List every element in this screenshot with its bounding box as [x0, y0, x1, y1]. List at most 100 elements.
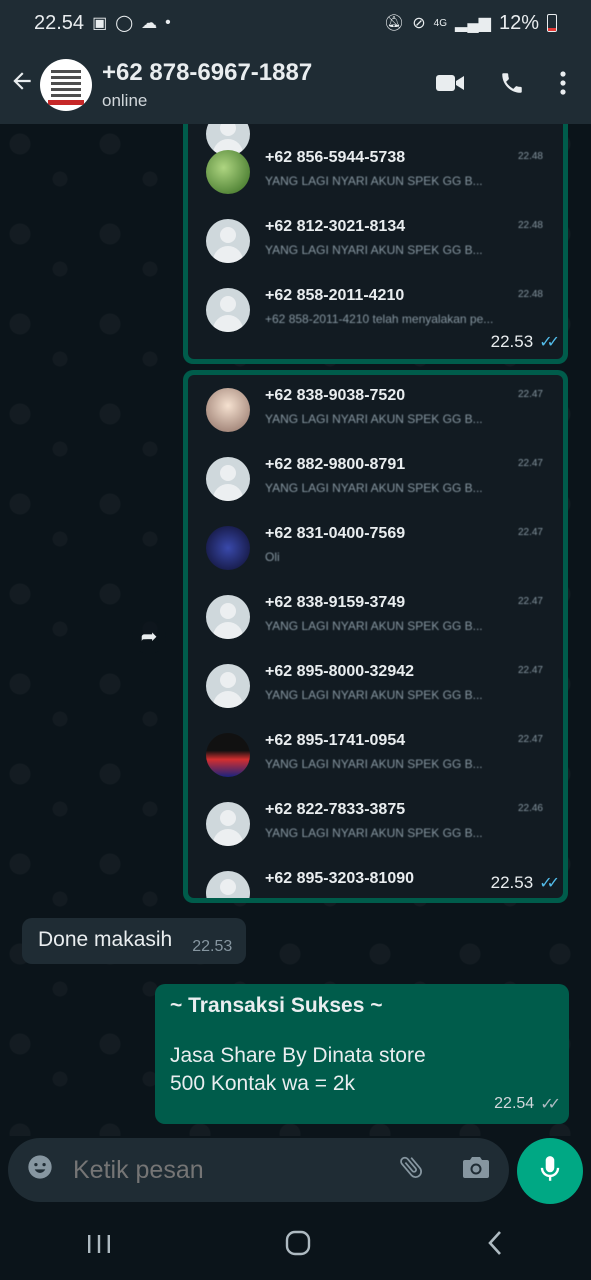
contact-avatar[interactable] [40, 59, 92, 111]
row-time: 22.47 [517, 527, 543, 538]
attach-icon[interactable] [397, 1153, 425, 1188]
row-name: +62 895-8000-32942 [265, 663, 415, 680]
row-name: +62 838-9159-3749 [265, 594, 406, 611]
row-time: 22.46 [517, 803, 543, 814]
message-time: 22.54 [494, 1095, 535, 1112]
row-name: +62 895-3203-81090 [265, 870, 415, 887]
back-arrow-icon[interactable] [0, 68, 44, 102]
message-line: Jasa Share By Dinata store [170, 1044, 426, 1067]
mic-icon [537, 1154, 563, 1189]
cloud-icon: ☁ [141, 15, 158, 32]
message-meta: 22.54 ✓✓ [494, 1094, 561, 1114]
message-composer [8, 1138, 509, 1202]
signal-icon: ▂▄▆ [455, 15, 491, 32]
qr-code-image [51, 67, 81, 97]
row-name: +62 831-0400-7569 [265, 525, 406, 542]
list-item: +62 895-1741-0954 YANG LAGI NYARI AKUN S… [188, 720, 563, 789]
read-ticks-icon: ✓✓ [539, 875, 560, 892]
status-time: 22.54 [34, 11, 85, 34]
message-time: 22.53 [490, 873, 534, 892]
list-item: +62 822-7833-3875 YANG LAGI NYARI AKUN S… [188, 789, 563, 858]
battery-percent: 12% [498, 11, 539, 34]
home-icon[interactable] [284, 1229, 312, 1264]
header-actions [435, 70, 567, 101]
contact-photo [206, 871, 250, 898]
row-message: YANG LAGI NYARI AKUN SPEK GG B... [265, 481, 483, 495]
row-message: YANG LAGI NYARI AKUN SPEK GG B... [265, 688, 483, 702]
list-item: +62 882-9800-8791 YANG LAGI NYARI AKUN S… [188, 444, 563, 513]
mic-button[interactable] [517, 1138, 583, 1204]
outgoing-message[interactable]: ~ Transaksi Sukses ~ Jasa Share By Dinat… [155, 984, 569, 1124]
message-line: 500 Kontak wa = 2k [170, 1072, 356, 1095]
more-icon[interactable] [559, 70, 567, 101]
list-item: +62 831-0400-7569 Oli 22.47 [188, 513, 563, 582]
message-text: Done makasih [38, 928, 173, 951]
chat-header: +62 878-6967-1887 online [0, 46, 591, 124]
row-name: +62 882-9800-8791 [265, 456, 406, 473]
row-name: +62 895-1741-0954 [265, 732, 406, 749]
camera-icon[interactable] [461, 1154, 491, 1187]
row-name: +62 812-3021-8134 [265, 218, 406, 235]
gallery-icon: ▣ [92, 15, 108, 32]
contact-info[interactable]: +62 878-6967-1887 online [102, 59, 435, 111]
read-ticks-icon: ✓✓ [539, 334, 560, 351]
forward-icon[interactable]: ➦ [132, 620, 166, 654]
voice-call-icon[interactable] [499, 70, 525, 101]
message-time: 22.53 [490, 332, 534, 351]
row-message: YANG LAGI NYARI AKUN SPEK GG B... [265, 757, 483, 771]
row-name: +62 838-9038-7520 [265, 387, 406, 404]
list-item: +62 838-9159-3749 YANG LAGI NYARI AKUN S… [188, 582, 563, 651]
contact-status: online [102, 91, 148, 110]
screenshot-image-2: +62 838-9038-7520 YANG LAGI NYARI AKUN S… [188, 375, 563, 898]
message-meta: 22.53 ✓✓ [490, 332, 560, 352]
message-input[interactable] [71, 1154, 397, 1186]
contact-photo [206, 150, 250, 194]
row-time: 22.47 [517, 734, 543, 745]
message-heading: ~ Transaksi Sukses ~ [170, 994, 383, 1017]
battery-icon [547, 14, 557, 32]
contact-photo [206, 595, 250, 639]
mute-icon: 🔕︎ [383, 15, 405, 32]
row-time: 22.48 [517, 289, 543, 300]
row-message: YANG LAGI NYARI AKUN SPEK GG B... [265, 412, 483, 426]
row-message: +62 858-2011-4210 telah menyalakan pe... [265, 312, 494, 326]
row-message: YANG LAGI NYARI AKUN SPEK GG B... [265, 826, 483, 840]
list-item: +62 838-9038-7520 YANG LAGI NYARI AKUN S… [188, 375, 563, 444]
message-time: 22.53 [192, 938, 233, 955]
chat-area[interactable]: +62 856-5944-5738 YANG LAGI NYARI AKUN S… [0, 124, 591, 1136]
contact-photo [206, 288, 250, 332]
contact-photo [206, 802, 250, 846]
row-time: 22.48 [517, 220, 543, 231]
dot-icon: • [165, 14, 171, 31]
incoming-message[interactable]: Done makasih 22.53 [22, 918, 247, 964]
row-time: 22.47 [517, 458, 543, 469]
row-message: YANG LAGI NYARI AKUN SPEK GG B... [265, 174, 483, 188]
screenshot-image-1: +62 856-5944-5738 YANG LAGI NYARI AKUN S… [188, 124, 563, 359]
contact-photo [206, 664, 250, 708]
row-name: +62 856-5944-5738 [265, 149, 406, 166]
video-call-icon[interactable] [435, 72, 465, 99]
row-time: 22.47 [517, 665, 543, 676]
row-message: YANG LAGI NYARI AKUN SPEK GG B... [265, 619, 483, 633]
row-message: YANG LAGI NYARI AKUN SPEK GG B... [265, 243, 483, 257]
network-label: 4G [433, 17, 448, 29]
delivered-ticks-icon: ✓✓ [540, 1096, 561, 1113]
image-message-2[interactable]: +62 838-9038-7520 YANG LAGI NYARI AKUN S… [183, 370, 568, 903]
row-message: Oli [265, 550, 280, 564]
contact-photo [206, 388, 250, 432]
emoji-icon[interactable] [26, 1153, 55, 1188]
list-item: +62 812-3021-8134 YANG LAGI NYARI AKUN S… [188, 206, 563, 275]
nav-back-icon[interactable] [485, 1229, 505, 1264]
whatsapp-icon: ◯ [115, 15, 134, 32]
recent-apps-icon[interactable] [86, 1230, 112, 1262]
message-meta: 22.53 ✓✓ [490, 873, 560, 893]
contact-photo [206, 733, 250, 777]
image-message-1[interactable]: +62 856-5944-5738 YANG LAGI NYARI AKUN S… [183, 124, 568, 364]
list-item: +62 856-5944-5738 YANG LAGI NYARI AKUN S… [188, 137, 563, 206]
row-time: 22.47 [517, 596, 543, 607]
row-time: 22.47 [517, 389, 543, 400]
avatar-stripe [48, 100, 84, 105]
contact-photo [206, 526, 250, 570]
system-navbar [0, 1212, 591, 1280]
status-left: 22.54 ▣ ◯ ☁ • [34, 12, 171, 35]
